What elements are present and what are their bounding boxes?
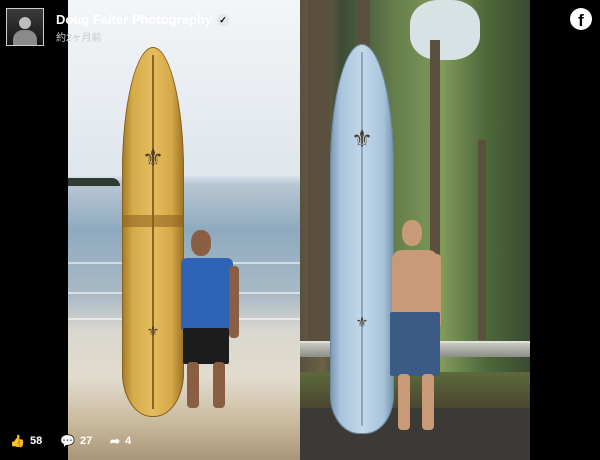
board-logo-icon: ⚜ (142, 145, 164, 172)
tree-trunk (308, 0, 330, 345)
page-name-link[interactable]: Doug Falter Photography ✓ (56, 12, 229, 27)
board-band (122, 215, 184, 227)
verified-badge-icon: ✓ (217, 14, 229, 26)
likes-count: 58 (29, 435, 43, 447)
distant-island (68, 178, 120, 186)
comment-icon: 💬 (60, 434, 75, 448)
blue-shirt (181, 258, 233, 330)
comments-count: 27 (79, 435, 93, 447)
share-arrow-icon: ➦ (110, 434, 121, 448)
person-leg (398, 374, 410, 430)
post-footer: 👍 58 💬 27 ➦ 4 (0, 426, 600, 460)
likes-button[interactable]: 👍 58 (10, 434, 42, 448)
page-name-text: Doug Falter Photography (56, 12, 212, 27)
thumbs-up-icon: 👍 (10, 434, 25, 448)
man-on-beach (175, 230, 245, 420)
person-head (191, 230, 211, 256)
avatar-body-shape (13, 30, 37, 45)
video-post: Doug Falter Photography ✓ 約2ヶ月前 f ⚜ ⚜ ⚜ … (0, 0, 600, 460)
board-logo-icon: ⚜ (351, 126, 373, 153)
person-leg (422, 374, 434, 430)
tree-trunk (478, 140, 486, 340)
person-leg (187, 362, 199, 408)
board-stringer (152, 55, 154, 409)
black-shorts (183, 328, 229, 364)
post-header: Doug Falter Photography ✓ 約2ヶ月前 f (0, 0, 600, 50)
shirtless-man (388, 220, 450, 435)
page-avatar[interactable] (6, 8, 44, 46)
shares-count: 4 (125, 435, 132, 447)
person-head (402, 220, 422, 246)
post-timestamp[interactable]: 約2ヶ月前 (56, 29, 102, 44)
facebook-icon[interactable]: f (570, 8, 592, 30)
shares-button[interactable]: ➦ 4 (110, 434, 131, 448)
board-stringer (361, 52, 363, 426)
comments-button[interactable]: 💬 27 (60, 434, 92, 448)
blue-shorts (390, 312, 440, 376)
person-arm (229, 266, 239, 338)
avatar-head-shape (19, 17, 31, 29)
blue-surfboard: ⚜ ⚜ (330, 44, 394, 434)
board-tail-logo-icon: ⚜ (355, 314, 369, 330)
person-leg (213, 362, 225, 408)
